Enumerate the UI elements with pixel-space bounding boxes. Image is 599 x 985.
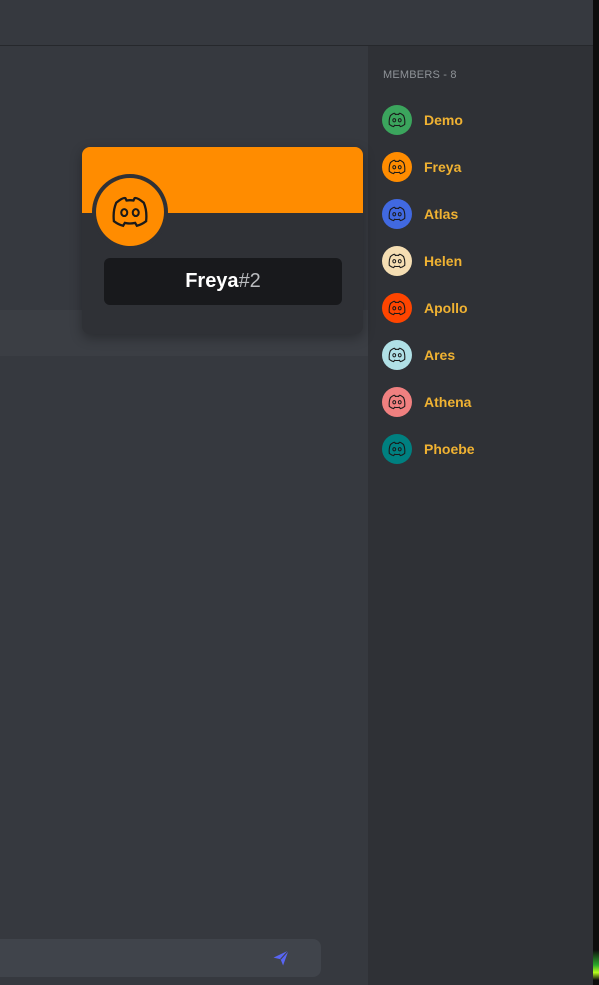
member-name: Freya bbox=[424, 159, 462, 175]
member-name: Demo bbox=[424, 112, 463, 128]
member-avatar bbox=[382, 293, 412, 323]
member-item-phoebe[interactable]: Phoebe bbox=[382, 433, 475, 465]
member-avatar bbox=[382, 434, 412, 464]
member-name: Phoebe bbox=[424, 441, 475, 457]
member-item-ares[interactable]: Ares bbox=[382, 339, 455, 371]
member-list: MEMBERS - 8 Demo Freya Atlas Helen Apollo Are… bbox=[368, 46, 593, 985]
window-edge bbox=[593, 0, 599, 985]
discord-logo-icon bbox=[388, 159, 406, 175]
member-avatar bbox=[382, 246, 412, 276]
member-item-demo[interactable]: Demo bbox=[382, 104, 463, 136]
member-list-header: MEMBERS - 8 bbox=[383, 69, 457, 81]
discord-logo-icon bbox=[388, 112, 406, 128]
channel-header bbox=[0, 0, 593, 46]
user-profile-popout: Freya #2 bbox=[82, 147, 363, 334]
profile-avatar[interactable] bbox=[96, 178, 164, 246]
discord-logo-icon bbox=[388, 441, 406, 457]
member-item-helen[interactable]: Helen bbox=[382, 245, 462, 277]
message-input[interactable] bbox=[0, 939, 321, 977]
discord-logo-icon bbox=[388, 300, 406, 316]
member-item-freya[interactable]: Freya bbox=[382, 151, 461, 183]
member-name: Apollo bbox=[424, 300, 468, 316]
send-icon[interactable] bbox=[271, 948, 291, 968]
member-avatar bbox=[382, 340, 412, 370]
member-avatar bbox=[382, 199, 412, 229]
discord-window: MEMBERS - 8 Demo Freya Atlas Helen Apollo Are… bbox=[0, 0, 599, 985]
profile-discriminator: #2 bbox=[238, 270, 261, 292]
member-avatar bbox=[382, 387, 412, 417]
discord-logo-icon bbox=[388, 347, 406, 363]
member-name: Atlas bbox=[424, 206, 459, 222]
profile-avatar-ring bbox=[92, 174, 168, 250]
member-item-athena[interactable]: Athena bbox=[382, 386, 471, 418]
member-avatar bbox=[382, 152, 412, 182]
discord-logo-icon bbox=[388, 206, 406, 222]
member-name: Athena bbox=[424, 394, 472, 410]
member-item-apollo[interactable]: Apollo bbox=[382, 292, 468, 324]
window-edge-accent bbox=[593, 950, 599, 980]
member-name: Ares bbox=[424, 347, 456, 363]
member-item-atlas[interactable]: Atlas bbox=[382, 198, 458, 230]
discord-logo-icon bbox=[388, 394, 406, 410]
member-name: Helen bbox=[424, 253, 463, 269]
discord-logo-icon bbox=[388, 253, 406, 269]
profile-username: Freya bbox=[185, 270, 239, 292]
discord-logo-icon bbox=[112, 196, 148, 228]
member-avatar bbox=[382, 105, 412, 135]
profile-username-box: Freya #2 bbox=[104, 258, 342, 305]
